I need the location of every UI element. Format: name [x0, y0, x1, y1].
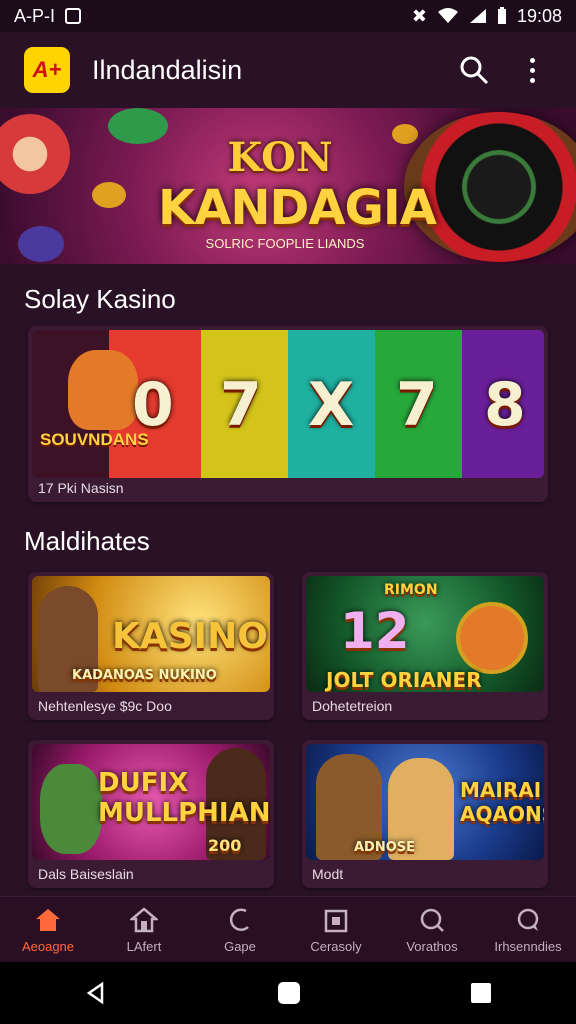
section-title-more: Maldihates: [24, 526, 150, 556]
card-caption: Dals Baiseslain: [38, 866, 134, 882]
battery-icon: [497, 7, 506, 24]
nav-label: LAfert: [126, 938, 162, 954]
nav-item-home[interactable]: Aeoagne: [0, 897, 96, 963]
banner-title: KANDAGIA: [158, 180, 437, 236]
search-icon: [460, 56, 489, 85]
game-tile[interactable]: RIMON 12 JOLT ORIANER Dohetetreion: [302, 572, 548, 720]
banner-tagline: SOLRIC FOOPLIE LIANDS: [205, 236, 365, 251]
reel-symbol: 7: [396, 370, 438, 440]
nav-label: Vorathos: [406, 938, 458, 954]
reel-symbol: 0: [132, 370, 174, 440]
search-button[interactable]: [452, 48, 496, 92]
slot-machine-art: SOUVNDANS 0 7 X 7 8: [32, 330, 544, 478]
nav-label: Irhsenndies: [494, 938, 562, 954]
back-icon[interactable]: [84, 981, 108, 1005]
nav-item-chat[interactable]: Irhsenndies: [480, 897, 576, 963]
reel-symbol: X: [308, 370, 355, 440]
status-bar: A-P-I ✖ 19:08: [0, 0, 576, 32]
more-vert-icon: [529, 57, 535, 83]
banner-subtitle: KON: [227, 134, 333, 181]
nav-label: Cerasoly: [310, 938, 362, 954]
section-title-featured: Solay Kasino: [24, 284, 176, 314]
search-circle-icon: [420, 908, 444, 932]
tile-title: KASINO: [112, 616, 268, 657]
tile-subtitle: ADNOSE: [354, 840, 416, 855]
home-button-icon[interactable]: [276, 980, 302, 1006]
reel-symbol: 8: [484, 370, 526, 440]
game-tile[interactable]: KASINO KADANOAS NUKINO Nehtenlesye $9c D…: [28, 572, 274, 720]
tile-title: JOLT ORIANER: [326, 668, 482, 692]
box-icon: [324, 909, 348, 932]
card-caption: Modt: [312, 866, 344, 882]
tile-title: DUFIX MULLPHIAN: [98, 768, 270, 828]
featured-game-card[interactable]: SOUVNDANS 0 7 X 7 8 17 Pki Nasisn: [28, 326, 548, 502]
casino-chip: [0, 114, 70, 194]
game-tile[interactable]: DUFIX MULLPHIAN 200 Dals Baiseslain: [28, 740, 274, 888]
mute-icon: ✖: [411, 5, 427, 26]
home-icon: [36, 908, 60, 931]
more-options-button[interactable]: [510, 48, 554, 92]
app-title: Ilndandalisin: [92, 54, 243, 85]
gold-coin: [92, 182, 126, 208]
status-left-text: A-P-I: [14, 5, 56, 26]
app-logo[interactable]: A+: [24, 47, 70, 93]
cat-mascot: [40, 764, 102, 854]
app-bar: A+ Ilndandalisin: [0, 32, 576, 108]
tile-title: MAIRAI AQAONS: [460, 778, 544, 826]
promo-banner[interactable]: KON KANDAGIA SOLRIC FOOPLIE LIANDS: [0, 108, 576, 264]
game-tile-art: RIMON 12 JOLT ORIANER: [306, 576, 544, 692]
tile-badge: RIMON: [384, 582, 438, 598]
tile-subtitle: KADANOAS NUKINO: [72, 668, 217, 683]
chat-icon: [517, 908, 539, 931]
status-time: 19:08: [516, 5, 562, 26]
system-navigation-bar: [0, 962, 576, 1024]
signal-icon: [469, 9, 486, 23]
tile-badge: 200: [208, 836, 242, 855]
card-caption: 17 Pki Nasisn: [38, 480, 124, 496]
game-tile[interactable]: MAIRAI AQAONS ADNOSE Modt: [302, 740, 548, 888]
game-tile-art: KASINO KADANOAS NUKINO: [32, 576, 270, 692]
recents-icon[interactable]: [470, 982, 492, 1004]
card-caption: Dohetetreion: [312, 698, 393, 714]
casino-chip: [108, 108, 168, 144]
notification-icon: [65, 8, 82, 24]
card-caption: Nehtenlesye $9c Doo: [38, 698, 172, 714]
nav-item-latest[interactable]: LAfert: [96, 897, 192, 963]
gold-coin: [392, 124, 418, 144]
wifi-icon: [437, 8, 458, 23]
nav-label: Aeoagne: [21, 938, 75, 954]
reel-symbol: 7: [220, 370, 262, 440]
tile-numbers: 12: [340, 602, 410, 660]
fox-mascot: [68, 350, 138, 430]
bottom-navigation: Aeoagne LAfert Gape Cerasoly Vorathos Ir…: [0, 896, 576, 963]
moon-icon: [229, 907, 249, 931]
nav-item-category[interactable]: Cerasoly: [288, 897, 384, 963]
nav-item-games[interactable]: Gape: [192, 897, 288, 963]
game-tile-art: MAIRAI AQAONS ADNOSE: [306, 744, 544, 860]
fox-mascot: [456, 602, 528, 674]
tower-icon: [130, 906, 158, 932]
nav-label: Gape: [224, 938, 256, 954]
nav-item-search[interactable]: Vorathos: [384, 897, 480, 963]
game-tile-art: DUFIX MULLPHIAN 200: [32, 744, 270, 860]
casino-chip: [18, 226, 64, 262]
